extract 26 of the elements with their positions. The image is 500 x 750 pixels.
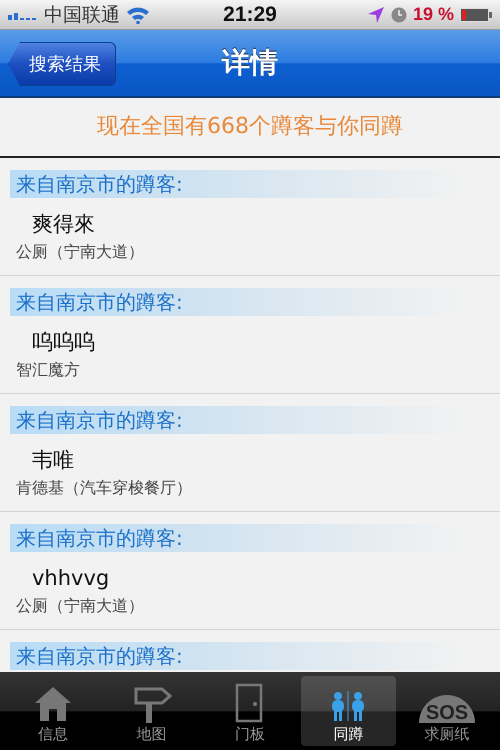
tab-button[interactable]: 门板 — [202, 676, 298, 746]
house-icon — [33, 685, 74, 723]
door-icon — [235, 683, 266, 723]
visitor-name: 韦唯 — [32, 447, 75, 474]
visitor-name: 爽得來 — [32, 211, 96, 238]
tab-button[interactable]: 地图 — [104, 676, 199, 746]
back-button[interactable]: 搜索结果 — [8, 42, 116, 86]
battery-percent: 19 % — [412, 4, 454, 25]
wifi-icon — [126, 6, 150, 24]
visitor-location: 公厕（宁南大道） — [16, 242, 145, 263]
carrier-name: 中国联通 — [44, 2, 120, 28]
visitor-location: 智汇魔方 — [16, 360, 81, 381]
tab-button[interactable]: 信息 — [6, 676, 100, 746]
visitor-name: vhhvvg — [32, 565, 110, 592]
visitor-location: 公厕（宁南大道） — [16, 596, 145, 617]
page-title: 详情 — [222, 45, 278, 81]
alarm-clock-icon — [390, 6, 407, 22]
tab-button[interactable]: 同蹲 — [301, 676, 396, 746]
visitor-name: 呜呜呜 — [32, 329, 96, 356]
online-count-banner: 现在全国有668个蹲客与你同蹲 — [0, 98, 500, 158]
tab-button[interactable]: SOS 求厕纸 — [400, 676, 494, 746]
signpost-icon — [132, 685, 172, 723]
clock-time: 21:29 — [222, 2, 278, 26]
visitor-location: 肯德基（汽车穿梭餐厅） — [16, 478, 193, 499]
battery-icon — [460, 8, 492, 22]
location-arrow-icon — [366, 6, 385, 24]
